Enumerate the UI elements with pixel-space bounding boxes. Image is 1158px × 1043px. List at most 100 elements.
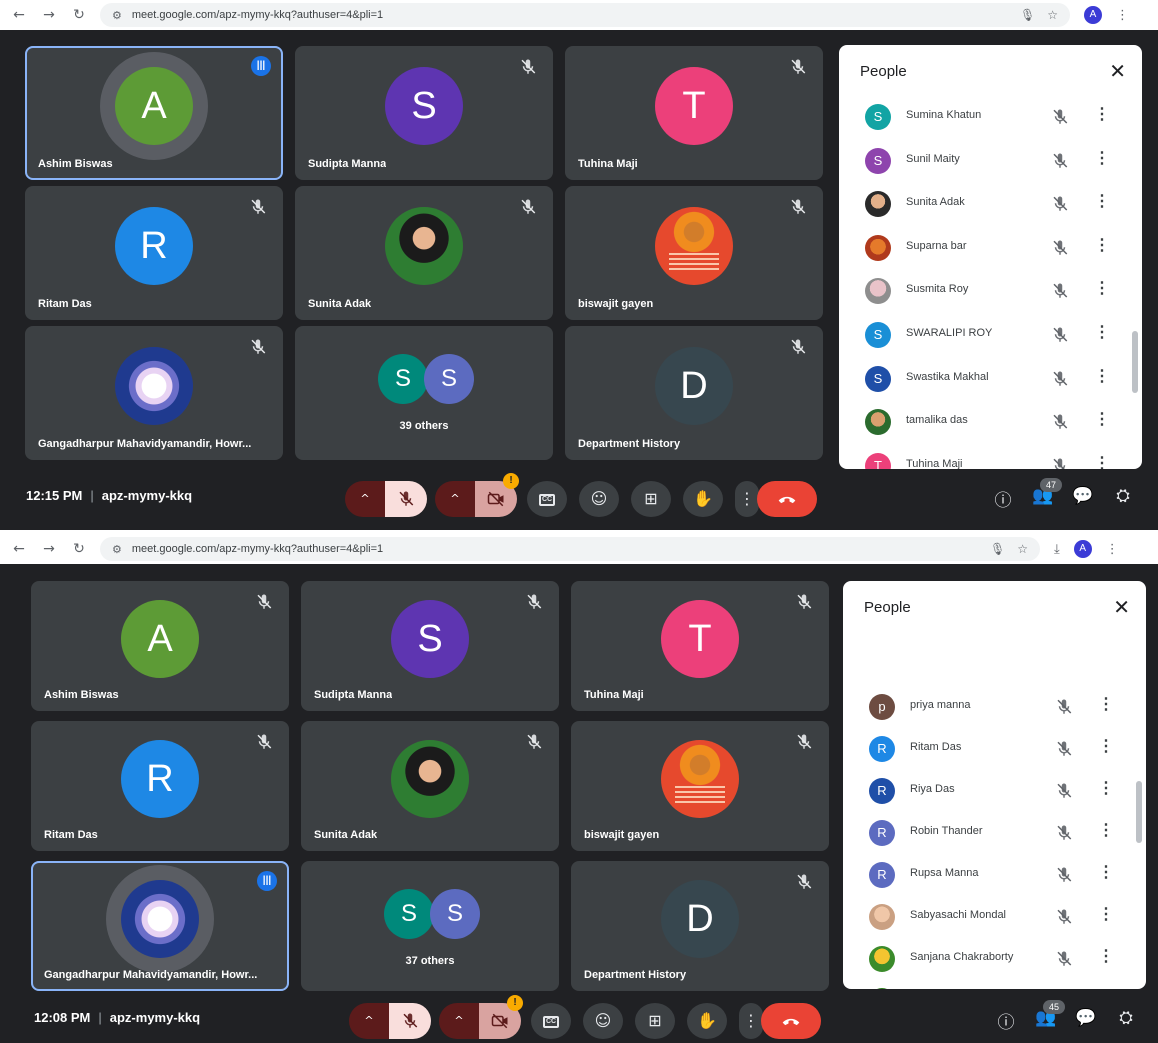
people-list-item[interactable]: Sunita Adak ⋮ (839, 184, 1142, 222)
video-settings-chevron[interactable]: ^ (435, 481, 475, 517)
mic-toggle-button[interactable] (385, 481, 427, 517)
more-options-icon[interactable]: ⋮ (1094, 236, 1110, 256)
muted-mic-icon[interactable] (1051, 152, 1069, 170)
scrollbar-thumb[interactable] (1132, 331, 1138, 393)
more-options-icon[interactable]: ⋮ (1094, 192, 1110, 212)
muted-mic-icon[interactable] (1051, 108, 1069, 126)
muted-mic-icon[interactable] (1051, 239, 1069, 257)
more-options-button[interactable]: ⋮ (739, 1003, 763, 1039)
participant-tile[interactable]: R Ritam Das (31, 721, 289, 851)
muted-mic-icon[interactable] (1055, 950, 1073, 968)
muted-mic-icon[interactable] (1055, 698, 1073, 716)
people-list-item[interactable]: S Sumina Khatun ⋮ (839, 97, 1142, 135)
more-options-icon[interactable]: ⋮ (1098, 821, 1114, 841)
people-list-item[interactable]: Sabyasachi Mondal ⋮ (843, 897, 1146, 935)
more-options-icon[interactable]: ⋮ (1094, 279, 1110, 299)
mic-toggle-button[interactable] (389, 1003, 431, 1039)
more-options-button[interactable]: ⋮ (735, 481, 759, 517)
muted-mic-icon[interactable] (1055, 824, 1073, 842)
reload-icon[interactable]: ↻ (68, 541, 90, 557)
people-icon[interactable]: 👥 47 (1032, 478, 1062, 506)
back-icon[interactable]: ← (8, 541, 30, 557)
leave-call-button[interactable] (761, 1003, 821, 1039)
participant-tile[interactable]: Sunita Adak (295, 186, 553, 320)
participant-tile[interactable]: A Ashim Biswas (31, 581, 289, 711)
present-screen-button[interactable]: ⊞ (635, 1003, 675, 1039)
emoji-reactions-button[interactable]: ☺ (583, 1003, 623, 1039)
chat-icon[interactable]: 💬 (1075, 1008, 1097, 1028)
audio-settings-chevron[interactable]: ^ (345, 481, 385, 517)
participant-tile[interactable]: T Tuhina Maji (571, 581, 829, 711)
people-list-item[interactable]: R Rupsa Manna ⋮ (843, 855, 1146, 893)
activities-icon[interactable]: ⛭ (1112, 486, 1134, 506)
close-icon[interactable]: ✕ (1109, 59, 1126, 83)
muted-mic-icon[interactable] (1055, 866, 1073, 884)
people-list-item[interactable]: S Swastika Makhal ⋮ (839, 359, 1142, 397)
participant-tile[interactable]: A Ashim Biswas ||| (25, 46, 283, 180)
participant-tile[interactable]: T Tuhina Maji (565, 46, 823, 180)
participant-tile[interactable]: R Ritam Das (25, 186, 283, 320)
participant-tile[interactable]: S S 39 others (295, 326, 553, 460)
people-icon[interactable]: 👥 45 (1035, 1000, 1065, 1028)
more-options-icon[interactable]: ⋮ (1098, 863, 1114, 883)
muted-mic-icon[interactable] (1055, 908, 1073, 926)
muted-mic-icon[interactable] (1055, 740, 1073, 758)
captions-button[interactable]: CC (527, 481, 567, 517)
people-list-item[interactable]: R Riya Das ⋮ (843, 771, 1146, 809)
more-options-icon[interactable]: ⋮ (1094, 367, 1110, 387)
participant-tile[interactable]: S Sudipta Manna (295, 46, 553, 180)
participant-tile[interactable]: S S 37 others (301, 861, 559, 991)
raise-hand-button[interactable]: ✋ (687, 1003, 727, 1039)
forward-icon[interactable]: → (38, 7, 60, 23)
muted-mic-icon[interactable] (1051, 457, 1069, 469)
participant-tile[interactable]: D Department History (571, 861, 829, 991)
people-scrollbar[interactable] (1132, 97, 1138, 459)
browser-menu-icon[interactable]: ⋮ (1116, 8, 1129, 23)
profile-avatar[interactable]: A (1073, 540, 1092, 558)
video-settings-chevron[interactable]: ^ (439, 1003, 479, 1039)
reload-icon[interactable]: ↻ (68, 7, 90, 23)
more-options-icon[interactable]: ⋮ (1098, 695, 1114, 715)
more-options-icon[interactable]: ⋮ (1098, 779, 1114, 799)
more-options-icon[interactable]: ⋮ (1094, 105, 1110, 125)
muted-mic-icon[interactable] (1055, 782, 1073, 800)
participant-tile[interactable]: S Sudipta Manna (301, 581, 559, 711)
people-list-item[interactable]: S SWARALIPI ROY ⋮ (839, 315, 1142, 353)
download-icon[interactable]: ⤓ (1054, 542, 1060, 557)
chat-icon[interactable]: 💬 (1072, 486, 1094, 506)
site-settings-icon[interactable]: ⚙ (112, 543, 122, 556)
camera-toggle-button[interactable]: ! (475, 473, 519, 517)
audio-settings-chevron[interactable]: ^ (349, 1003, 389, 1039)
people-list-item[interactable]: tamalika das ⋮ (839, 402, 1142, 440)
participant-tile[interactable]: Sunita Adak (301, 721, 559, 851)
bookmark-star-icon[interactable]: ☆ (1047, 8, 1058, 22)
browser-menu-icon[interactable]: ⋮ (1106, 542, 1119, 557)
more-options-icon[interactable]: ⋮ (1094, 454, 1110, 469)
people-scrollbar[interactable] (1136, 633, 1142, 979)
meeting-info-icon[interactable]: ⓘ (992, 486, 1014, 511)
more-options-icon[interactable]: ⋮ (1098, 905, 1114, 925)
people-list-item[interactable]: Sarama Dutta⋮ (843, 981, 1146, 989)
more-options-icon[interactable]: ⋮ (1098, 737, 1114, 757)
people-list-item[interactable]: R Ritam Das ⋮ (843, 729, 1146, 767)
forward-icon[interactable]: → (38, 541, 60, 557)
more-options-icon[interactable]: ⋮ (1094, 149, 1110, 169)
captions-button[interactable]: CC (531, 1003, 571, 1039)
address-bar[interactable]: ⚙ meet.google.com/apz-mymy-kkq?authuser=4… (100, 3, 1070, 27)
more-options-icon[interactable]: ⋮ (1094, 410, 1110, 430)
mic-icon[interactable]: 🎙 (990, 542, 1005, 556)
muted-mic-icon[interactable] (1051, 326, 1069, 344)
people-list-item[interactable]: T Tuhina Maji ⋮ (839, 446, 1142, 469)
site-settings-icon[interactable]: ⚙ (112, 9, 122, 22)
bookmark-star-icon[interactable]: ☆ (1017, 542, 1028, 556)
more-options-icon[interactable]: ⋮ (1098, 947, 1114, 967)
back-icon[interactable]: ← (8, 7, 30, 23)
meeting-info-icon[interactable]: ⓘ (995, 1008, 1017, 1033)
close-icon[interactable]: ✕ (1113, 595, 1130, 619)
raise-hand-button[interactable]: ✋ (683, 481, 723, 517)
muted-mic-icon[interactable] (1051, 413, 1069, 431)
more-options-icon[interactable]: ⋮ (1094, 323, 1110, 343)
people-list-item[interactable]: Suparna bar ⋮ (839, 228, 1142, 266)
people-list-item[interactable]: S Sunil Maity ⋮ (839, 141, 1142, 179)
profile-avatar[interactable]: A (1084, 6, 1102, 24)
